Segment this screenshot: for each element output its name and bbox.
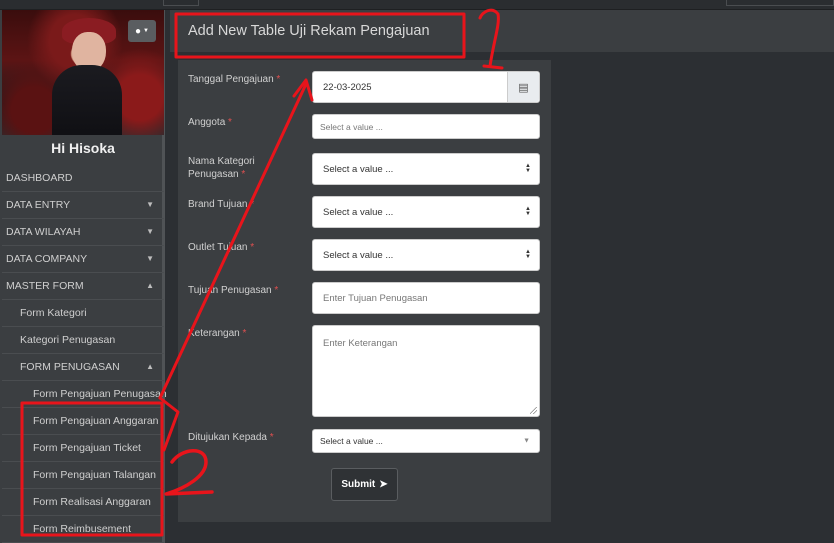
sidebar-menu: DASHBOARD DATA ENTRY ▼ DATA WILAYAH ▼ DATA… [2,165,167,543]
content-header: Add New Table Uji Rekam Pengajuan [170,10,834,52]
sort-arrows-icon: ▲ ▼ [525,163,531,174]
tanggal-date-input[interactable]: 22-03-2025 ▤ [312,71,540,103]
keterangan-label: Keterangan * [188,328,247,339]
tanggal-label: Tanggal Pengajuan * [188,74,281,85]
sidebar: ● ▼ Hi Hisoka DASHBOARD DATA ENTRY ▼ DATA… [0,10,167,543]
resize-handle-icon[interactable] [530,407,537,414]
outlet-select[interactable]: Select a value ... ▲ ▼ [312,239,540,271]
tujuan-input[interactable]: Enter Tujuan Penugasan [312,282,540,314]
form-panel: Tanggal Pengajuan * 22-03-2025 ▤ Anggota… [178,60,551,522]
keterangan-textarea[interactable]: Enter Keterangan [312,325,540,417]
submit-button[interactable]: Submit ➤ [331,468,398,501]
chevron-down-icon: ▼ [146,227,154,236]
kategori-select[interactable]: Select a value ... ▲ ▼ [312,153,540,185]
chevron-up-icon: ▲ [146,281,154,290]
sidebar-item-data-company[interactable]: DATA COMPANY ▼ [2,246,164,273]
top-bar-tab[interactable] [726,0,834,6]
sidebar-item-dashboard[interactable]: DASHBOARD [2,165,164,192]
outlet-label: Outlet Tujuan * [188,242,255,253]
profile-image: ● ▼ [2,10,164,135]
page-title: Add New Table Uji Rekam Pengajuan [188,23,430,39]
sort-arrows-icon: ▲ ▼ [525,206,531,217]
calendar-icon[interactable]: ▤ [507,72,539,102]
user-icon: ● [135,25,142,37]
user-greeting: Hi Hisoka [51,140,115,156]
ditujukan-label: Ditujukan Kepada * [188,432,274,443]
brand-label: Brand Tujuan * [188,199,255,210]
sidebar-item-form-realisasi-anggaran[interactable]: Form Realisasi Anggaran [2,489,164,516]
ditujukan-select[interactable]: Select a value ... ▼ [312,429,540,453]
top-bar [0,0,834,10]
chevron-down-icon: ▼ [143,28,149,34]
sidebar-item-data-wilayah[interactable]: DATA WILAYAH ▼ [2,219,164,246]
brand-select[interactable]: Select a value ... ▲ ▼ [312,196,540,228]
chevron-down-icon: ▼ [523,437,530,445]
sidebar-item-form-penugasan[interactable]: FORM PENUGASAN ▲ [2,354,164,381]
tujuan-label: Tujuan Penugasan * [188,285,279,296]
sidebar-item-data-entry[interactable]: DATA ENTRY ▼ [2,192,164,219]
chevron-down-icon: ▼ [146,200,154,209]
sidebar-item-form-pengajuan-talangan[interactable]: Form Pengajuan Talangan [2,462,164,489]
sidebar-item-form-kategori[interactable]: Form Kategori [2,300,164,327]
sidebar-item-master-form[interactable]: MASTER FORM ▲ [2,273,164,300]
sidebar-item-form-pengajuan-ticket[interactable]: Form Pengajuan Ticket [2,435,164,462]
paper-plane-icon: ➤ [379,479,388,490]
chevron-up-icon: ▲ [146,362,154,371]
sidebar-item-form-pengajuan-anggaran[interactable]: Form Pengajuan Anggaran [2,408,164,435]
sidebar-item-form-pengajuan-penugasan[interactable]: Form Pengajuan Penugasan [2,381,167,408]
kategori-label: Nama Kategori Penugasan * [188,156,255,180]
top-bar-tab[interactable] [163,0,199,6]
anggota-select[interactable]: Select a value ... [312,114,540,139]
chevron-down-icon: ▼ [146,254,154,263]
sort-arrows-icon: ▲ ▼ [525,249,531,260]
sidebar-item-kategori-penugasan[interactable]: Kategori Penugasan [2,327,164,354]
user-menu-button[interactable]: ● ▼ [128,20,156,42]
anggota-label: Anggota * [188,117,232,128]
sidebar-item-form-reimbusement[interactable]: Form Reimbusement [2,516,164,543]
